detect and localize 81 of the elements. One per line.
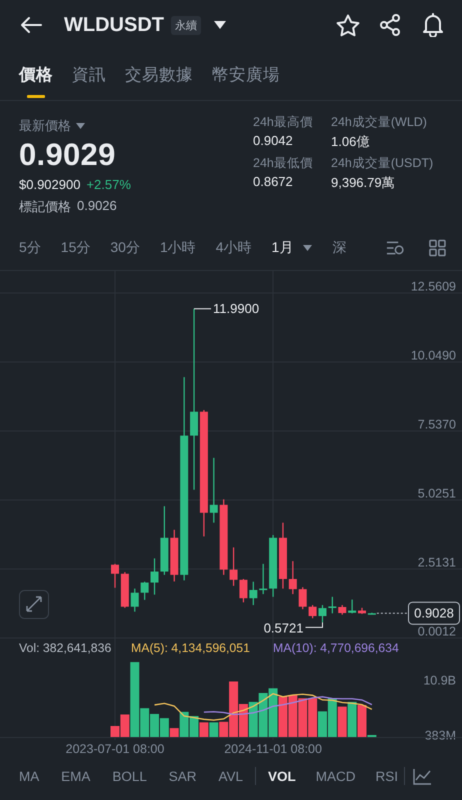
candlestick (140, 582, 149, 600)
section-tab[interactable]: 交易數據 (125, 50, 193, 100)
grid-icon[interactable] (429, 238, 446, 256)
candlestick (338, 605, 346, 615)
interval-tab[interactable]: 30分 (110, 238, 140, 256)
axis-label: 12.5609 (410, 280, 456, 294)
usd-price: $0.902900 (19, 177, 80, 192)
stat-label: 24h最高價 (253, 114, 314, 131)
interval-tab[interactable]: 15分 (60, 238, 90, 256)
section-tab[interactable]: 幣安廣場 (212, 50, 280, 100)
interval-tab[interactable]: 5分 (19, 238, 41, 256)
mark-price: 0.9026 (77, 198, 117, 215)
candlestick (278, 522, 287, 589)
indicator-tab[interactable]: MACD (316, 768, 356, 784)
last-price-line (376, 612, 408, 614)
candlestick (348, 600, 356, 614)
stat-label: 24h成交量(WLD) (331, 114, 428, 131)
back-icon[interactable] (20, 16, 42, 34)
indicator-tab[interactable]: RSI (375, 768, 398, 784)
stat-label: 24h成交量(USDT) (331, 155, 434, 172)
last-price: 0.9029 (19, 137, 117, 173)
candlestick (210, 458, 218, 523)
candlestick (249, 582, 258, 606)
symbol-title: WLDUSDT (64, 14, 164, 36)
interval-tab[interactable]: 1月 (272, 238, 294, 256)
axis-label: 7.5370 (418, 418, 456, 432)
axis-label: 2023-07-01 08:00 (66, 742, 164, 756)
candlestick (358, 608, 366, 614)
axis-label: 2.5131 (418, 556, 456, 570)
candlestick (120, 572, 129, 608)
candlestick (368, 612, 376, 615)
interval-tab[interactable]: 1小時 (160, 238, 196, 256)
leader-line (304, 622, 323, 628)
indicator-tab[interactable]: EMA (61, 768, 90, 784)
section-tab[interactable]: 價格 (19, 50, 53, 100)
last-price-tag: 0.9028 (408, 602, 460, 625)
interval-tab[interactable]: 深 (332, 238, 346, 256)
legend-label: Vol: 382,641,836 (19, 641, 112, 655)
candlestick (318, 605, 326, 622)
indicator-tab[interactable]: MA (19, 768, 40, 784)
candlestick (259, 564, 268, 594)
section-tab[interactable]: 資訊 (72, 50, 106, 100)
axis-label: 10.9B (423, 673, 456, 688)
candlestick (170, 530, 178, 582)
stat-label: 24h最低價 (253, 155, 314, 172)
contract-badge: 永續 (170, 16, 201, 34)
stat-value: 9,396.79萬 (331, 174, 396, 192)
stat-value: 0.8672 (253, 174, 294, 189)
interval-tab[interactable]: 4小時 (216, 238, 252, 256)
price-label: 最新價格 (19, 117, 71, 135)
caret-icon[interactable] (214, 21, 226, 29)
candlestick (328, 596, 336, 614)
bell-icon[interactable] (422, 13, 444, 37)
candlestick (269, 535, 278, 597)
line-chart-icon[interactable] (413, 768, 432, 784)
star-icon[interactable] (336, 14, 360, 36)
candlestick (298, 587, 307, 610)
candlestick (288, 561, 297, 594)
expand-icon[interactable] (19, 590, 49, 619)
indicator-tab[interactable]: SAR (168, 768, 197, 784)
indicator-tab[interactable]: VOL (268, 768, 296, 784)
chart-settings-icon[interactable] (386, 238, 406, 256)
price-change: +2.57% (86, 177, 131, 192)
low-price-label: 0.5721 (264, 620, 304, 636)
axis-label: 10.0490 (410, 348, 456, 363)
legend-label: MA(10): 4,770,696,634 (273, 641, 399, 655)
candlestick (130, 588, 139, 612)
stat-value: 0.9042 (253, 133, 294, 148)
share-icon[interactable] (379, 14, 401, 36)
legend-label: MA(5): 4,134,596,051 (131, 641, 250, 655)
candlestick (111, 564, 119, 588)
stat-value: 1.06億 (331, 133, 370, 151)
leader-line (194, 308, 212, 310)
axis-label: 5.0251 (418, 486, 456, 501)
axis-label: 2024-11-01 08:00 (224, 742, 322, 756)
candlestick (308, 605, 317, 618)
indicator-tab[interactable]: BOLL (112, 768, 147, 784)
axis-label: 0.0012 (418, 624, 456, 638)
indicator-tab[interactable]: AVL (218, 768, 243, 784)
mark-price-label: 標記價格 (19, 198, 71, 216)
high-price-label: 11.9900 (213, 301, 260, 316)
